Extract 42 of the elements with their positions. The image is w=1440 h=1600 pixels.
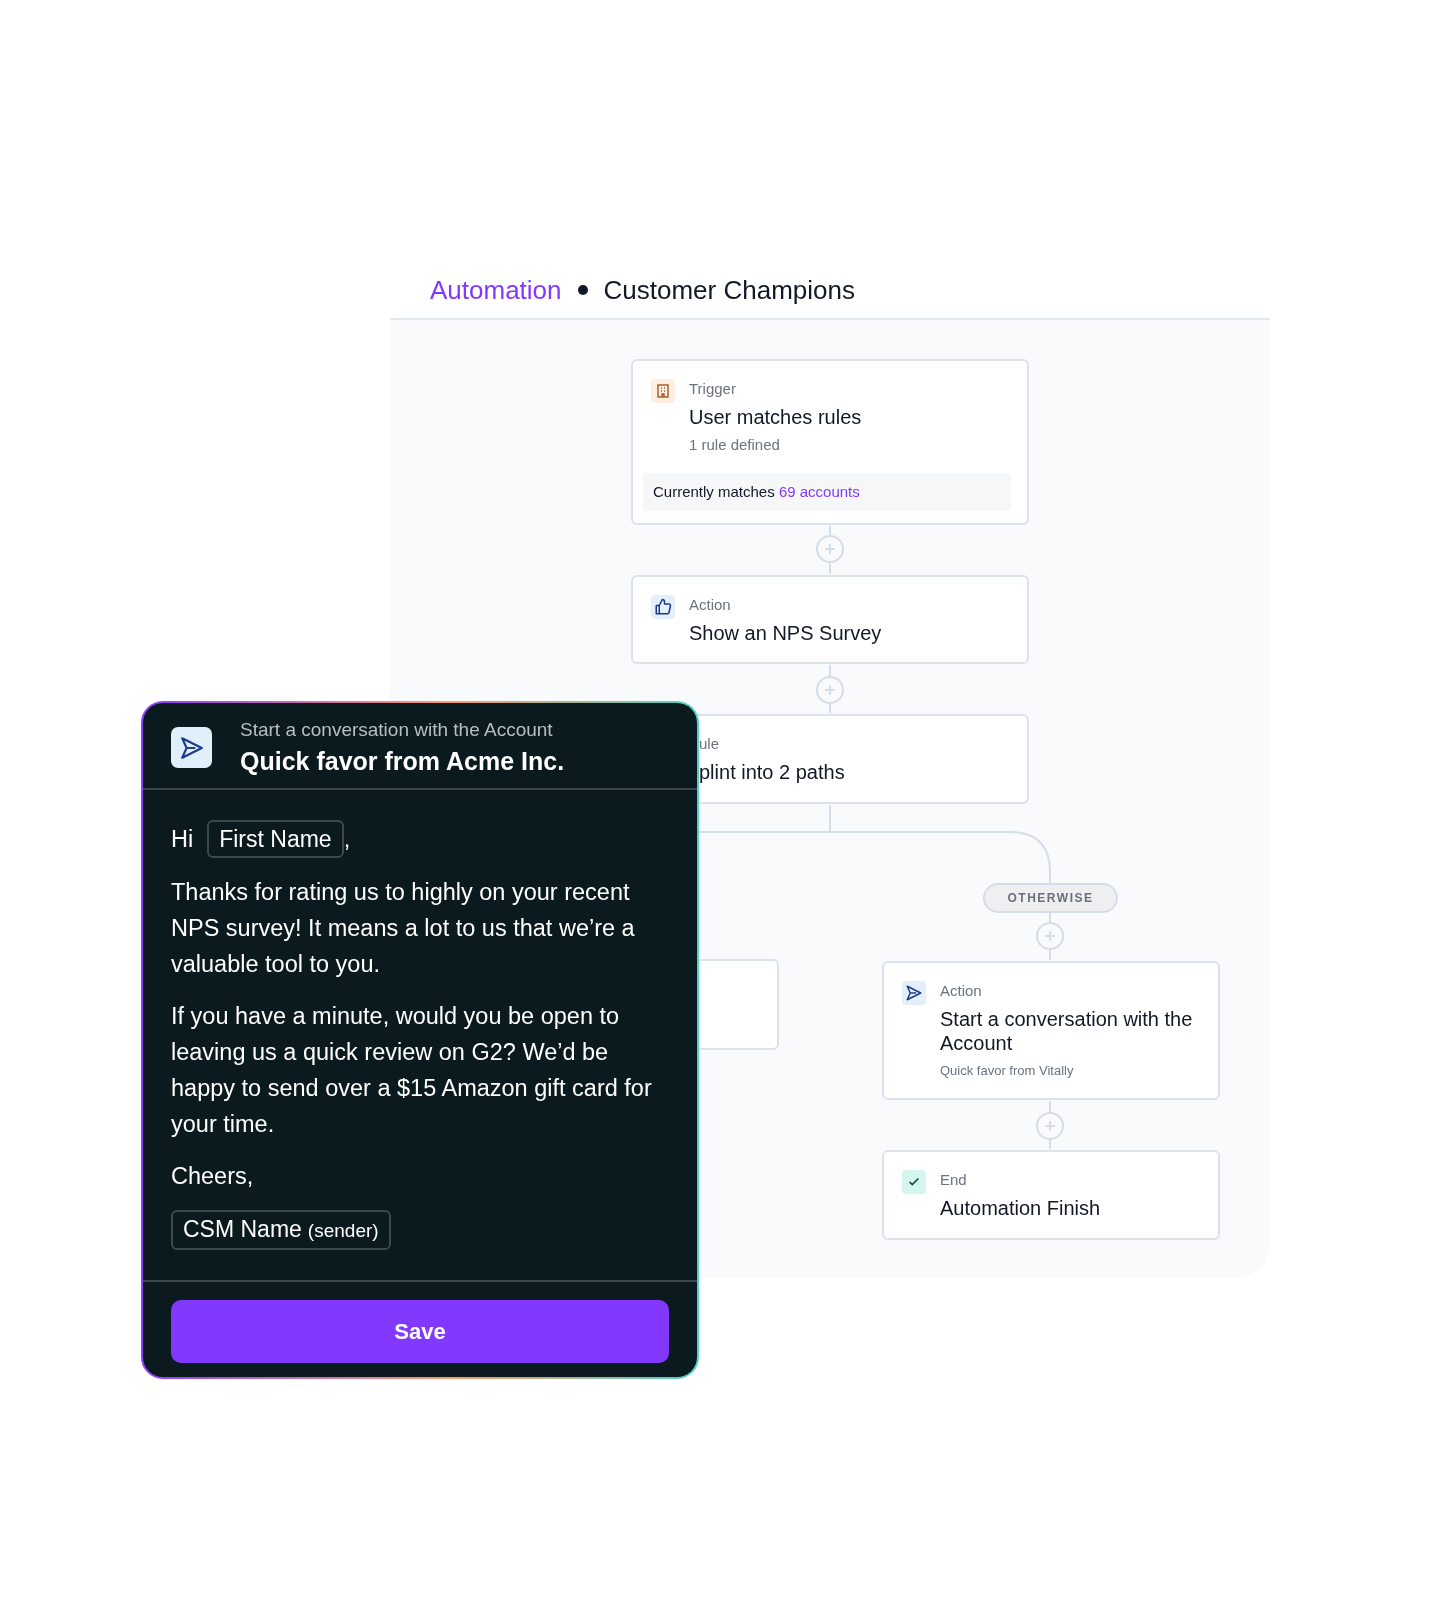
match-text: Currently matches 69 accounts — [653, 483, 860, 500]
plus-icon — [824, 543, 836, 555]
plus-icon — [824, 684, 836, 696]
node-title: Show an NPS Survey — [689, 621, 883, 645]
add-step-button[interactable] — [816, 535, 844, 563]
node-title: Start a conversation with the Account — [940, 1007, 1194, 1055]
node-type-label: End — [940, 1170, 968, 1190]
node-subtitle: Quick favor from Vitally — [940, 1062, 1075, 1080]
flow-node-card[interactable]: End Automation Finish — [882, 1150, 1220, 1240]
panel-subtitle: Start a conversation with the Account — [240, 719, 554, 741]
flow-node-card[interactable]: Action Show an NPS Survey — [631, 575, 1029, 664]
node-type-label: ule — [699, 734, 721, 754]
add-step-button[interactable] — [816, 676, 844, 704]
flow-node-card[interactable]: Action Start a conversation with the Account Quick favor from Vitally — [882, 961, 1220, 1100]
greeting-text: Hi — [171, 825, 194, 854]
node-type-label: Action — [940, 981, 983, 1001]
first-name-token[interactable]: First Name — [207, 820, 344, 858]
branch-label: OTHERWISE — [983, 883, 1118, 913]
node-type-label: Action — [689, 595, 732, 615]
accounts-link[interactable]: 69 accounts — [778, 483, 860, 500]
send-icon — [178, 734, 205, 761]
plus-icon — [1044, 1120, 1056, 1132]
sender-name-token[interactable]: CSM Name (sender) — [171, 1210, 391, 1250]
comma-text: , — [343, 825, 351, 854]
page-title: Customer Champions — [603, 274, 855, 306]
check-icon — [907, 1175, 921, 1189]
save-button[interactable]: Save — [171, 1300, 669, 1363]
plus-icon — [1044, 930, 1056, 942]
breadcrumb-link[interactable]: Automation — [430, 274, 562, 306]
panel-title: Quick favor from Acme Inc. — [240, 747, 565, 776]
add-step-button[interactable] — [1036, 1112, 1064, 1140]
add-step-button[interactable] — [1036, 922, 1064, 950]
separator-dot — [577, 285, 588, 295]
node-title: plint into 2 paths — [699, 760, 846, 784]
node-title: User matches rules — [689, 405, 863, 429]
node-type-label: Trigger — [689, 379, 737, 399]
closing-text: Cheers, — [171, 1162, 255, 1191]
node-title: Automation Finish — [940, 1196, 1102, 1220]
flow-node-card[interactable]: Trigger User matches rules 1 rule defined Currently matches 69 accounts — [631, 359, 1029, 525]
message-paragraph: Thanks for rating us to highly on your recent NPS survey! It means a lot to us that we’re a valuable tool to you. — [171, 878, 636, 979]
node-subtitle: 1 rule defined — [689, 435, 781, 455]
message-paragraph: If you have a minute, would you be open to leaving us a quick review on G2? We’d be happy to send over a $15 Amazon gift card for your time. — [171, 1002, 653, 1139]
